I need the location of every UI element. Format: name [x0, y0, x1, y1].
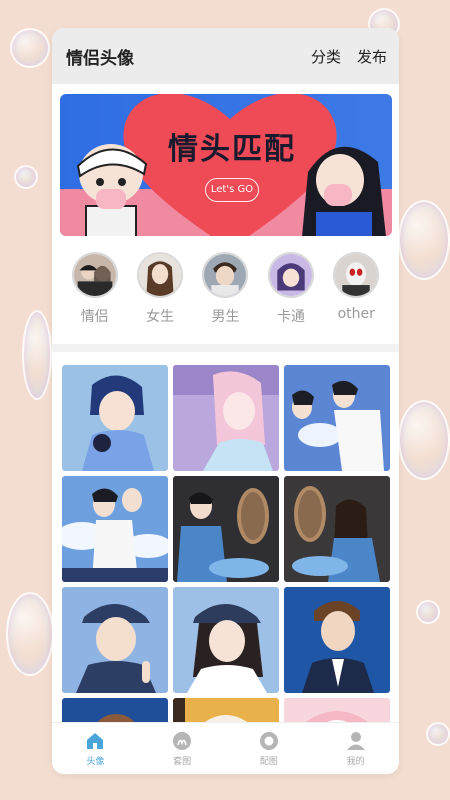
tab-label: 我的 [346, 756, 365, 767]
avatar-image [284, 476, 390, 582]
avatar-image [62, 587, 168, 693]
app-header: 情侣头像 分类 发布 [52, 28, 399, 84]
bubble-decoration [398, 200, 450, 280]
avatar-image [284, 365, 390, 471]
album-icon [173, 731, 192, 750]
promo-banner[interactable]: 情头匹配 Let's GO [60, 94, 392, 236]
ring-icon [259, 731, 278, 750]
tab-album[interactable]: 套图 [152, 731, 212, 767]
category-label: 女生 [146, 309, 175, 325]
tab-pictures[interactable]: 配图 [239, 731, 299, 767]
category-label: 男生 [211, 309, 240, 325]
avatar-tile[interactable] [284, 587, 390, 693]
bubble-decoration [10, 28, 50, 68]
bubble-decoration [22, 310, 52, 400]
other-avatar-icon [333, 252, 380, 298]
couple-avatar-icon [71, 252, 118, 298]
page-title: 情侣头像 [66, 48, 134, 69]
category-other[interactable]: other [326, 252, 386, 344]
avatar-tile[interactable] [173, 476, 279, 582]
category-button[interactable]: 分类 [311, 46, 341, 67]
cartoon-avatar-icon [267, 252, 314, 298]
avatar-tile[interactable] [62, 476, 168, 582]
bubble-decoration [14, 165, 38, 189]
tab-label: 配图 [259, 756, 278, 767]
house-icon [87, 732, 104, 749]
tab-label: 套图 [173, 756, 192, 767]
app-window: 情侣头像 分类 发布 情头匹配 Let's GO 情侣 女生 男生 卡通 oth… [52, 28, 399, 774]
banner-title: 情头匹配 [168, 132, 296, 167]
boy-avatar-icon [202, 252, 249, 298]
bubble-decoration [426, 722, 450, 746]
category-label: 情侣 [80, 309, 109, 325]
avatar-tile[interactable] [284, 476, 390, 582]
tab-label: 头像 [86, 756, 105, 767]
avatar-tile[interactable] [62, 365, 168, 471]
avatar-image [173, 587, 279, 693]
avatar-tile[interactable] [284, 365, 390, 471]
publish-button[interactable]: 发布 [357, 46, 387, 67]
tab-mine[interactable]: 我的 [326, 731, 386, 767]
category-label: other [337, 306, 375, 322]
header-actions: 分类 发布 [311, 46, 387, 67]
avatar-image [173, 476, 279, 582]
avatar-grid [62, 365, 390, 732]
avatar-image [284, 587, 390, 693]
avatar-tile[interactable] [62, 587, 168, 693]
boy-illustration [76, 144, 148, 236]
category-boy[interactable]: 男生 [195, 252, 255, 344]
bubble-decoration [416, 600, 440, 624]
avatar-tile[interactable] [173, 587, 279, 693]
category-cartoon[interactable]: 卡通 [261, 252, 321, 344]
bubble-decoration [398, 400, 450, 480]
category-label: 卡通 [276, 309, 305, 325]
avatar-tile[interactable] [173, 365, 279, 471]
person-icon [346, 731, 365, 750]
bottom-tab-bar: 头像 套图 配图 我的 [52, 722, 399, 774]
category-couple[interactable]: 情侣 [65, 252, 125, 344]
category-row: 情侣 女生 男生 卡通 other [52, 252, 399, 344]
bubble-decoration [6, 592, 54, 676]
avatar-image [173, 365, 279, 471]
girl-avatar-icon [137, 252, 184, 298]
avatar-image [62, 365, 168, 471]
tab-avatar[interactable]: 头像 [65, 731, 125, 767]
lets-go-badge: Let's GO [205, 178, 259, 202]
category-girl[interactable]: 女生 [130, 252, 190, 344]
section-divider [52, 344, 399, 352]
avatar-image [62, 476, 168, 582]
